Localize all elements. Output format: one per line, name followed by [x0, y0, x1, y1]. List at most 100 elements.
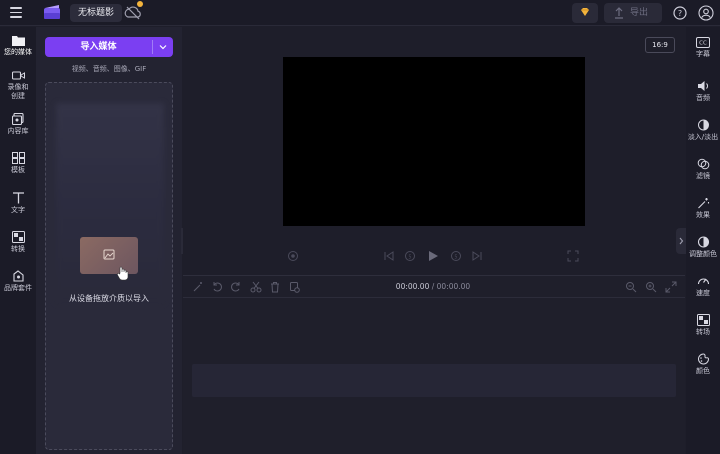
forward-5s-icon[interactable]: 5 — [450, 250, 462, 262]
sidebar-item-adjust-colors[interactable]: 调整颜色 — [686, 236, 720, 259]
video-preview-canvas[interactable] — [283, 57, 585, 226]
drop-zone[interactable]: 从设备拖放介质以导入 — [45, 82, 173, 450]
drop-instructions: 从设备拖放介质以导入 — [69, 294, 149, 303]
sidebar-label: 滤镜 — [696, 172, 710, 180]
upload-icon — [615, 7, 623, 19]
screenshot-icon[interactable] — [287, 250, 299, 262]
sidebar-item-brand-kit[interactable]: 品牌套件 — [0, 270, 36, 293]
left-sidebar: 您的媒体 录像和创建 内容库 模板 文字 转换 品牌套件 — [0, 27, 36, 454]
preview-area: 16:9 5 5 — [183, 27, 685, 273]
playback-controls: 5 5 — [183, 247, 685, 265]
sidebar-item-captions[interactable]: CC 字幕 — [686, 37, 720, 59]
sidebar-label: 文字 — [11, 206, 25, 214]
sidebar-item-audio[interactable]: 音频 — [686, 80, 720, 103]
transitions-icon — [11, 231, 25, 243]
cloud-off-icon[interactable] — [124, 5, 142, 21]
timecode: 00:00.00 / 00:00.00 — [373, 282, 493, 291]
sidebar-item-transition[interactable]: 转场 — [686, 314, 720, 337]
templates-icon — [11, 152, 25, 164]
aspect-ratio-button[interactable]: 16:9 — [645, 37, 675, 53]
sidebar-label: 模板 — [11, 166, 25, 174]
rewind-5s-icon[interactable]: 5 — [404, 250, 416, 262]
sidebar-label: 转换 — [11, 245, 25, 253]
sidebar-item-your-media[interactable]: 您的媒体 — [0, 35, 36, 57]
sidebar-item-content-library[interactable]: 内容库 — [0, 113, 36, 136]
fullscreen-icon[interactable] — [567, 250, 579, 262]
timeline: 00:00.00 / 00:00.00 — [183, 275, 685, 454]
account-icon[interactable] — [698, 5, 714, 21]
current-time: 00:00.00 — [395, 282, 430, 291]
skip-back-icon[interactable] — [383, 250, 395, 262]
redo-icon[interactable] — [230, 281, 242, 293]
chevron-right-icon — [679, 237, 684, 245]
sidebar-label: 品牌套件 — [4, 284, 32, 292]
filters-icon — [697, 158, 709, 170]
audio-icon — [697, 81, 708, 91]
sidebar-item-transitions[interactable]: 转换 — [0, 231, 36, 254]
captions-icon: CC — [696, 37, 710, 48]
sidebar-item-record[interactable]: 录像和创建 — [0, 70, 36, 101]
video-camera-icon — [11, 71, 25, 80]
upgrade-button[interactable] — [572, 3, 598, 23]
sidebar-item-text[interactable]: 文字 — [0, 192, 36, 215]
sidebar-label: 淡入/淡出 — [687, 133, 719, 141]
sidebar-item-speed[interactable]: 速度 — [686, 275, 720, 298]
fit-to-screen-icon[interactable] — [665, 281, 677, 293]
delete-icon[interactable] — [269, 281, 281, 293]
magic-tools-icon[interactable] — [192, 281, 204, 293]
adjust-colors-icon — [697, 236, 709, 248]
premium-badge-icon — [137, 1, 143, 7]
import-media-button[interactable]: 导入媒体 — [45, 37, 173, 57]
svg-text:5: 5 — [408, 255, 411, 261]
sidebar-item-effects[interactable]: 效果 — [686, 197, 720, 220]
sidebar-label: 字幕 — [696, 50, 710, 58]
skip-forward-icon[interactable] — [471, 250, 483, 262]
undo-icon[interactable] — [211, 281, 223, 293]
transition-icon — [696, 314, 710, 326]
project-title[interactable]: 无标题影 — [70, 4, 123, 22]
sidebar-item-fade[interactable]: 淡入/淡出 — [686, 119, 720, 142]
chevron-down-icon[interactable] — [153, 37, 173, 57]
zoom-out-icon[interactable] — [625, 281, 637, 293]
play-icon[interactable] — [427, 250, 439, 262]
diamond-icon — [581, 8, 589, 16]
duplicate-icon[interactable] — [289, 281, 301, 293]
app-logo-icon[interactable] — [44, 5, 60, 19]
timeline-track[interactable] — [192, 364, 676, 397]
timeline-toolbar: 00:00.00 / 00:00.00 — [183, 276, 685, 298]
sidebar-label: 录像和创建 — [7, 83, 29, 100]
hand-cursor-icon — [117, 266, 129, 281]
export-label: 导出 — [630, 8, 649, 18]
fade-icon — [697, 119, 709, 131]
right-sidebar: CC 字幕 音频 淡入/淡出 滤镜 效果 调整颜色 速度 转场 颜色 — [686, 27, 720, 454]
content-library-icon — [11, 113, 24, 125]
menu-icon[interactable] — [10, 7, 22, 18]
svg-text:5: 5 — [454, 255, 457, 261]
speed-icon — [697, 278, 709, 285]
split-icon[interactable] — [250, 281, 262, 293]
total-time: / 00:00.00 — [429, 282, 471, 291]
zoom-in-icon[interactable] — [645, 281, 657, 293]
top-bar: 无标题影 导出 ? — [0, 0, 720, 26]
export-button[interactable]: 导出 — [604, 3, 662, 23]
sidebar-item-color[interactable]: 颜色 — [686, 353, 720, 376]
sidebar-item-templates[interactable]: 模板 — [0, 152, 36, 175]
import-media-label[interactable]: 导入媒体 — [45, 37, 152, 57]
sidebar-label: 颜色 — [696, 367, 710, 375]
sidebar-label: 音频 — [696, 94, 710, 102]
svg-text:?: ? — [678, 9, 682, 18]
sidebar-item-filters[interactable]: 滤镜 — [686, 158, 720, 181]
sidebar-label: 效果 — [696, 211, 710, 219]
supported-formats: 视频、音频、图像、GIF — [71, 65, 147, 73]
text-icon — [12, 192, 24, 204]
sidebar-label: 内容库 — [7, 127, 29, 135]
sidebar-label: 速度 — [696, 289, 710, 297]
sidebar-label: 调整颜色 — [689, 250, 717, 258]
media-panel: 导入媒体 视频、音频、图像、GIF 从设备拖放介质以导入 — [36, 27, 182, 454]
help-icon[interactable]: ? — [672, 5, 688, 21]
brand-kit-icon — [12, 270, 24, 282]
folder-icon — [11, 36, 25, 46]
sidebar-label: 转场 — [696, 328, 710, 336]
collapse-right-panel-button[interactable] — [676, 228, 686, 254]
color-icon — [697, 353, 709, 365]
